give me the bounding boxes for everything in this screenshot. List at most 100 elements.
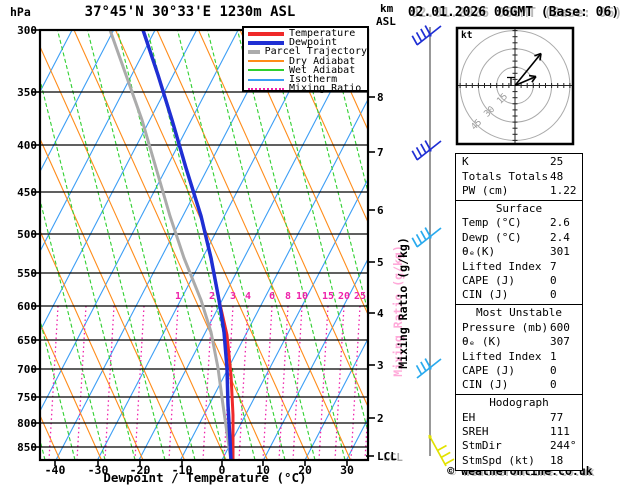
table-section: K25.Totals Totals48.PW (cm)1.22. (455, 153, 583, 202)
table-row: StmDir244°. (456, 439, 582, 453)
mixing-ratio-label: 10 (295, 291, 309, 302)
table-cell-key: θₑ(K) (462, 245, 496, 259)
table-cell-key: CAPE (J) (462, 363, 515, 377)
temp-tick-label: 20 (298, 463, 312, 477)
temp-tick-label: -40 (44, 463, 66, 477)
table-row: EH77. (456, 411, 582, 425)
km-tick-label: 2 (377, 412, 384, 425)
pressure-tick-label: 800 (17, 417, 37, 430)
table-cell-value: 77 (550, 410, 564, 424)
table-row: PW (cm)1.22. (456, 184, 582, 198)
table-row: CAPE (J)0. (456, 274, 582, 288)
legend-line-swatch (248, 49, 260, 54)
table-row: SREH111. (456, 425, 582, 439)
table-cell-key: θₑ (K) (462, 335, 502, 349)
legend-line-swatch (248, 69, 284, 72)
legend: Temperature Dewpoint Parcel Trajectory Dry … (242, 26, 369, 95)
table-cell-key: Pressure (mb) (462, 320, 549, 334)
table-cell-key: PW (cm) (462, 184, 509, 198)
table-cell-key: Temp (°C) (462, 216, 522, 230)
hodograph: 153045 (455, 26, 575, 146)
table-cell-value: 1.22 (550, 184, 577, 198)
table-cell-value: 600 (550, 320, 570, 334)
pressure-tick-label: 400 (17, 139, 37, 152)
table-row: Totals Totals48. (456, 170, 582, 184)
table-row: Pressure (mb)600. (456, 321, 582, 335)
pressure-tick-label: 500 (17, 228, 37, 241)
table-cell-value: 0 (550, 363, 557, 377)
km-tick-label: 4 (377, 307, 384, 320)
wind-barb (428, 434, 455, 467)
table-row: CAPE (J)0. (456, 364, 582, 378)
hodograph-unit-label: kt (461, 30, 473, 41)
table-cell-key: Dewp (°C) (462, 230, 522, 244)
table-cell-key: Totals Totals (462, 169, 549, 183)
km-tick-label: 5 (377, 256, 384, 269)
skewt-sounding-page: 15 30 45 hPa 37°45'N 30°33'E 1230m ASL km … (0, 0, 629, 486)
table-row: Temp (°C)2.6. (456, 216, 582, 230)
wind-barb (411, 25, 442, 46)
table-cell-key: SREH (462, 424, 489, 438)
legend-line-swatch (248, 87, 284, 90)
table-section: SurfaceTemp (°C)2.6.Dewp (°C)2.4.θₑ(K)30… (455, 200, 583, 306)
temp-tick-label: 30 (340, 463, 354, 477)
temp-tick-label: 0 (218, 463, 226, 477)
pressure-unit-label: hPa (10, 5, 31, 19)
table-cell-key: Lifted Index (462, 349, 542, 363)
mixing-ratio-label: 25 (353, 291, 367, 302)
table-row: K25. (456, 155, 582, 169)
lcl-label: LCL (377, 450, 397, 463)
table-cell-key: StmDir (462, 439, 502, 453)
km-tick-label: 7 (377, 146, 384, 159)
table-cell-value: 2.6 (550, 216, 570, 230)
table-row: θₑ (K)307. (456, 335, 582, 349)
table-cell-value: 2.4 (550, 230, 570, 244)
table-cell-value: 244° (550, 439, 577, 453)
table-cell-value: 1 (550, 349, 557, 363)
table-row: CIN (J)0. (456, 288, 582, 302)
table-cell-key: CIN (J) (462, 288, 509, 302)
altitude-unit-km: km (380, 2, 394, 15)
mixing-ratio-label: 2 (208, 291, 216, 302)
legend-line-swatch (248, 40, 284, 45)
table-section: HodographEH77.SREH111.StmDir244°.StmSpd … (455, 394, 583, 472)
legend-line-swatch (248, 60, 284, 63)
table-cell-key: EH (462, 410, 476, 424)
table-section-title: Most Unstable (475, 306, 563, 320)
pressure-tick-label: 600 (17, 300, 37, 313)
temp-tick-label: -20 (129, 463, 151, 477)
table-section-title: Surface (495, 202, 543, 216)
table-cell-key: Lifted Index (462, 259, 542, 273)
table-cell-value: 7 (550, 259, 557, 273)
temp-tick-label: 10 (256, 463, 270, 477)
temp-tick-label: -10 (171, 463, 193, 477)
table-cell-value: 0 (550, 288, 557, 302)
legend-line-swatch (248, 31, 284, 36)
mixing-ratio-label: 4 (244, 291, 252, 302)
legend-line-swatch (248, 78, 284, 81)
temp-tick-label: -30 (87, 463, 109, 477)
table-row: θₑ(K)301. (456, 245, 582, 259)
table-cell-key: K (462, 155, 469, 169)
hodograph-ring-label: 15 (495, 92, 510, 107)
hodograph-ring-label: 30 (482, 105, 497, 120)
km-tick-label: 3 (377, 359, 384, 372)
pressure-tick-label: 650 (17, 334, 37, 347)
table-row: Lifted Index7. (456, 260, 582, 274)
table-row: CIN (J)0. (456, 378, 582, 392)
table-cell-key: StmSpd (kt) (462, 453, 535, 467)
table-cell-value: 18 (550, 453, 564, 467)
table-cell-value: 0 (550, 274, 557, 288)
pressure-tick-label: 300 (17, 24, 37, 37)
table-section-title: Hodograph (489, 396, 549, 410)
legend-item-label: Mixing Ratio (289, 83, 362, 95)
mixing-ratio-label: 1 (174, 291, 182, 302)
sounding-indices-table: K25.Totals Totals48.PW (cm)1.22.SurfaceT… (455, 153, 583, 472)
pressure-tick-label: 350 (17, 86, 37, 99)
km-tick-label: 6 (377, 204, 384, 217)
pressure-tick-label: 450 (17, 186, 37, 199)
pressure-tick-label: 700 (17, 363, 37, 376)
table-cell-value: 301 (550, 245, 570, 259)
wind-barb (415, 358, 442, 379)
table-row: Lifted Index1. (456, 350, 582, 364)
